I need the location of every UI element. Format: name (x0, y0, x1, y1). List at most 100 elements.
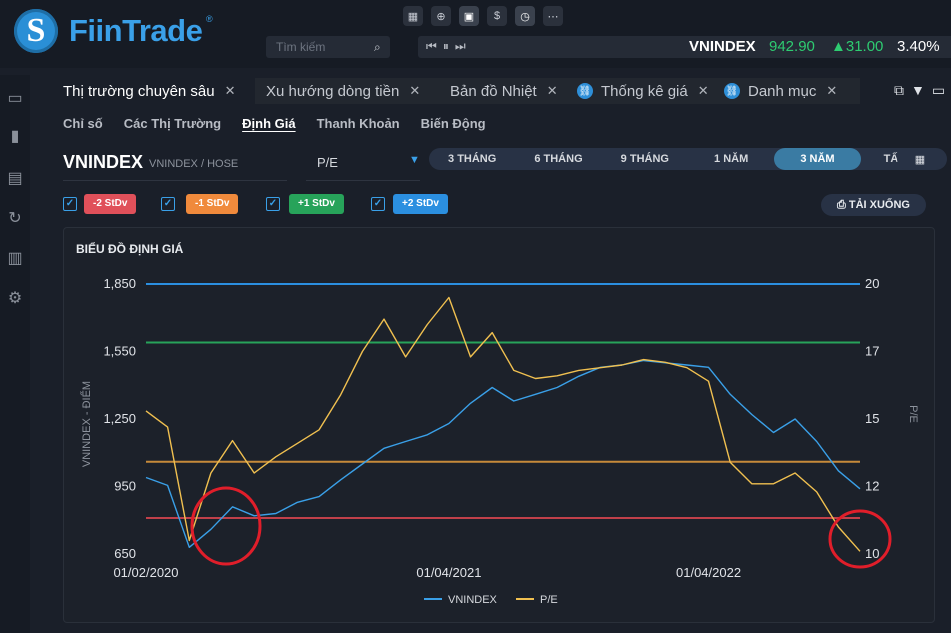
close-icon[interactable]: ✕ (826, 83, 837, 99)
calculator-icon[interactable]: ▦ (403, 6, 423, 26)
stdev-minus1-badge: -1 StDv (186, 194, 239, 214)
stdev-minus2-badge: -2 StDv (84, 194, 137, 214)
pause-icon[interactable]: ⏸ (443, 39, 449, 54)
stdev-legend-row: ✓ -2 StDv ✓ -1 StDv ✓ +1 StDv ✓ +2 StDv … (63, 194, 943, 216)
ticker-name[interactable]: VNINDEX (689, 38, 756, 55)
legend-label: P/E (540, 594, 558, 606)
period-1y[interactable]: 1 NĂM (688, 148, 774, 170)
window-controls: ⧉ ▼ ▭ (894, 82, 945, 99)
app-logo-text[interactable]: FiinTrade (69, 13, 203, 49)
ticker-percent: 3.40% (897, 38, 940, 55)
y2-tick-label: 15 (865, 411, 879, 426)
calendar-icon: ▦ (914, 153, 926, 166)
more-icon[interactable]: ⋯ (543, 6, 563, 26)
link-icon: ⛓ (577, 83, 593, 99)
link-icon: ⛓ (724, 83, 740, 99)
tab-label: Thống kê giá (601, 82, 688, 100)
period-selector: 3 THÁNG 6 THÁNG 9 THÁNG 1 NĂM 3 NĂM TẤT … (429, 148, 947, 170)
search-icon[interactable]: ⌕ (374, 40, 381, 55)
period-3m[interactable]: 3 THÁNG (429, 148, 515, 170)
search-input[interactable] (266, 39, 370, 55)
skip-back-icon[interactable]: ⏮ (426, 39, 437, 54)
caret-down-icon[interactable]: ▼ (911, 82, 925, 99)
close-icon[interactable]: ✕ (225, 83, 236, 99)
gear-icon[interactable]: ⚙ (3, 287, 27, 309)
series-line-pe (145, 296, 861, 552)
ticker-value: 942.90 (769, 38, 815, 55)
chevron-down-icon[interactable]: ▼ (409, 154, 420, 166)
stdev-minus2-checkbox[interactable]: ✓ (63, 197, 77, 211)
x-tick-label: 01/02/2020 (113, 565, 178, 580)
close-icon[interactable]: ✕ (698, 83, 709, 99)
subtab-volatility[interactable]: Biến Động (421, 116, 486, 131)
search-zoom-icon[interactable]: ⊕ (431, 6, 451, 26)
download-label: TẢI XUỐNG (848, 199, 910, 211)
y-tick-label: 950 (114, 479, 136, 494)
window-icon[interactable]: ▭ (3, 87, 27, 109)
stdev-plus2-checkbox[interactable]: ✓ (371, 197, 385, 211)
clock-icon[interactable]: ◷ (515, 6, 535, 26)
stdev-minus1-checkbox[interactable]: ✓ (161, 197, 175, 211)
close-icon[interactable]: ✕ (409, 83, 420, 99)
search-box: ⌕ (266, 36, 390, 58)
subtab-liquidity[interactable]: Thanh Khoản (317, 116, 400, 131)
valuation-chart-panel: BIỂU ĐỒ ĐỊNH GIÁ 1,850 1,550 1,250 950 650 20… (63, 227, 935, 623)
dollar-icon[interactable]: $ (487, 6, 507, 26)
ticker-change: ▲31.00 (831, 38, 884, 55)
stdev-plus2-badge: +2 StDv (393, 194, 448, 214)
subtab-index[interactable]: Chỉ số (63, 116, 103, 131)
tab-label: Bản đồ Nhiệt (450, 82, 537, 100)
tab-money-flow[interactable]: Xu hướng dòng tiền ✕ (255, 78, 451, 104)
film-icon[interactable]: ▮ (3, 125, 27, 147)
y2-tick-label: 12 (865, 479, 879, 494)
refresh-icon[interactable]: ↻ (3, 207, 27, 229)
logo-icon[interactable]: S (14, 9, 58, 53)
x-tick-label: 01/04/2022 (676, 565, 741, 580)
save-icon[interactable]: ▤ (3, 167, 27, 189)
subtab-markets[interactable]: Các Thị Trường (124, 116, 221, 131)
y-tick-label: 1,550 (103, 344, 136, 359)
tab-label: Xu hướng dòng tiền (266, 82, 400, 100)
period-9m[interactable]: 9 THÁNG (602, 148, 688, 170)
tab-price-stats[interactable]: ⛓ Thống kê giá ✕ (570, 78, 720, 104)
stdev-plus1-badge: +1 StDv (289, 194, 344, 214)
toolbar-icons: ▦ ⊕ ▣ $ ◷ ⋯ (403, 6, 563, 26)
valuation-chart: 1,850 1,550 1,250 950 650 20 17 15 12 10 VNINDEX -… (80, 276, 919, 606)
top-bar: S FiinTrade ® ▦ ⊕ ▣ $ ◷ ⋯ ⌕ ⏮ ⏸ ⏭ VNINDE… (0, 0, 951, 68)
stdev-plus1-checkbox[interactable]: ✓ (266, 197, 280, 211)
legend-label: VNINDEX (448, 594, 498, 606)
symbol-title[interactable]: VNINDEX (63, 152, 143, 173)
close-icon[interactable]: ✕ (547, 83, 558, 99)
y2-axis-label: P/E (907, 405, 919, 423)
series-line-vnindex (145, 359, 861, 548)
symbol-underline (63, 180, 287, 181)
y2-tick-label: 10 (865, 546, 879, 561)
gift-icon[interactable]: ▣ (459, 6, 479, 26)
symbol-exchange: VNINDEX / HOSE (149, 158, 239, 170)
skip-forward-icon[interactable]: ⏭ (455, 39, 466, 54)
metric-select[interactable]: P/E (317, 155, 338, 170)
subtab-valuation[interactable]: Định Giá (242, 116, 295, 131)
external-link-icon[interactable]: ⧉ (894, 82, 904, 99)
y2-tick-label: 20 (865, 276, 879, 291)
highlight-circle (828, 509, 892, 569)
excel-icon[interactable]: ▥ (3, 247, 27, 269)
tab-heatmap[interactable]: Bản đồ Nhiệt ✕ (440, 78, 580, 104)
period-3y[interactable]: 3 NĂM (774, 148, 861, 170)
y-tick-label: 1,850 (103, 276, 136, 291)
tab-label: Danh mục (748, 82, 817, 100)
calendar-button[interactable]: ▦ (897, 148, 943, 170)
ticker-player: ⏮ ⏸ ⏭ (426, 39, 466, 54)
maximize-icon[interactable]: ▭ (932, 82, 945, 99)
ticker-bar: ⏮ ⏸ ⏭ VNINDEX 942.90 ▲31.00 3.40% (418, 36, 951, 58)
metric-underline (306, 180, 420, 181)
tab-portfolio[interactable]: ⛓ Danh mục ✕ (713, 78, 860, 104)
period-6m[interactable]: 6 THÁNG (515, 148, 601, 170)
tab-market-depth[interactable]: Thị trường chuyên sâu ✕ (48, 78, 255, 104)
tab-label: Thị trường chuyên sâu (63, 82, 215, 100)
x-tick-label: 01/04/2021 (416, 565, 481, 580)
sidebar: ▭ ▮ ▤ ↻ ▥ ⚙ (0, 75, 30, 633)
registered-mark: ® (206, 14, 213, 24)
download-button[interactable]: ⎙ TẢI XUỐNG (821, 194, 926, 216)
control-row: VNINDEX VNINDEX / HOSE P/E ▼ 3 THÁNG 6 T… (63, 148, 947, 182)
